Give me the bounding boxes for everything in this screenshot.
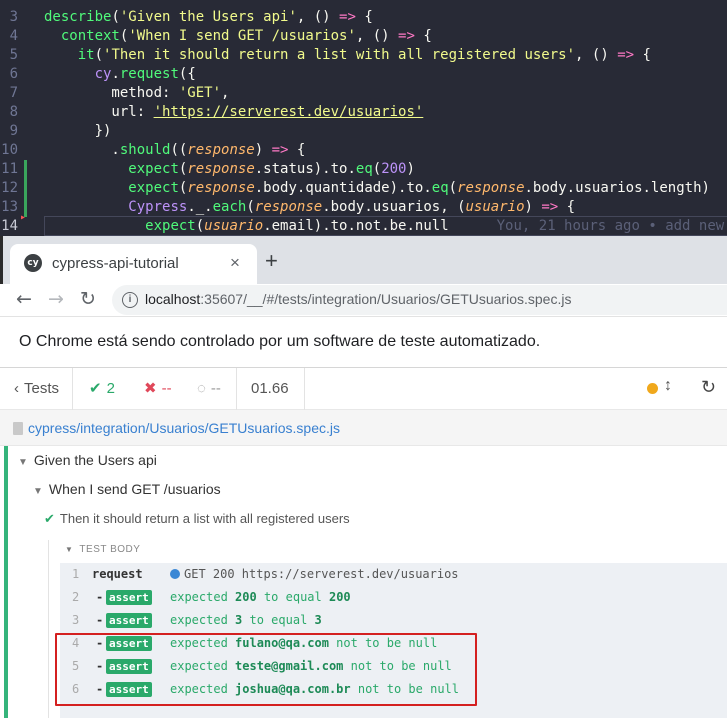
info-icon[interactable]: i xyxy=(122,292,138,308)
suite-given-users-api[interactable]: ▼ Given the Users api xyxy=(18,452,157,468)
tests-label: Tests xyxy=(24,380,60,397)
cypress-favicon-icon: cy xyxy=(24,254,42,272)
check-icon: ✔ xyxy=(89,380,102,397)
code-line[interactable]: 3 describe('Given the Users api', () => { xyxy=(0,8,727,27)
browser-tab[interactable]: cy cypress-api-tutorial × xyxy=(10,244,257,284)
caret-down-icon: ▼ xyxy=(33,486,43,497)
git-change-marker xyxy=(24,160,27,198)
line-number: 10 xyxy=(1,142,18,158)
x-icon: ✖ xyxy=(144,380,157,397)
current-line-highlight xyxy=(44,216,727,236)
code-text: method: 'GET', xyxy=(44,85,230,101)
line-number: 6 xyxy=(9,66,18,82)
code-text: expect(response.body.quantidade).to.eq(r… xyxy=(128,180,710,196)
automation-warning-text: O Chrome está sendo controlado por um so… xyxy=(19,333,541,350)
code-line[interactable]: 8 url: 'https://serverest.dev/usuarios' xyxy=(0,103,727,122)
new-tab-icon[interactable]: + xyxy=(265,250,278,272)
code-text: cy.request({ xyxy=(94,66,196,82)
line-number: 9 xyxy=(9,123,18,139)
assert-message: expected 200 to equal 200 xyxy=(170,590,351,604)
code-text: }) xyxy=(44,123,112,139)
line-number: 5 xyxy=(9,47,18,63)
code-line[interactable]: 4 context('When I send GET /usuarios', (… xyxy=(0,27,727,46)
reload-icon[interactable]: ↻ xyxy=(80,288,96,310)
tests-back-button[interactable]: ‹ Tests xyxy=(0,368,73,410)
passed-bar xyxy=(4,446,8,718)
url-text: localhost:35607/__/#/tests/integration/U… xyxy=(145,291,572,307)
red-highlight-box xyxy=(55,633,477,706)
assert-message: expected 3 to equal 3 xyxy=(170,613,322,627)
code-line[interactable]: 5 it('Then it should return a list with … xyxy=(0,46,727,65)
passed-count: ✔ 2 xyxy=(89,380,115,397)
line-number: 12 xyxy=(1,180,18,196)
rerun-icon[interactable]: ↻ xyxy=(701,377,716,398)
browser-nav-bar: ← → ↻ i localhost:35607/__/#/tests/integ… xyxy=(0,284,727,316)
forward-arrow-icon[interactable]: → xyxy=(48,288,64,310)
duration: 01.66 xyxy=(237,368,305,410)
command-row-request[interactable]: 1 request GET 200 https://serverest.dev/us… xyxy=(60,563,727,586)
line-number: 13 xyxy=(1,199,18,215)
chevron-left-icon: ‹ xyxy=(14,380,19,397)
automation-infobar: O Chrome está sendo controlado por um so… xyxy=(0,316,727,368)
line-number: 14 xyxy=(1,218,18,234)
request-message: GET 200 https://serverest.dev/usuarios xyxy=(170,563,459,586)
caret-down-icon: ▼ xyxy=(18,457,28,468)
code-line[interactable]: 7 method: 'GET', xyxy=(0,84,727,103)
code-text: describe('Given the Users api', () => { xyxy=(44,9,373,25)
code-text: context('When I send GET /usuarios', () … xyxy=(60,28,432,44)
line-number: 3 xyxy=(9,9,18,25)
spec-file-link[interactable]: cypress/integration/Usuarios/GETUsuarios… xyxy=(28,420,340,436)
line-number: 8 xyxy=(9,104,18,120)
code-editor[interactable]: 3 describe('Given the Users api', () => {… xyxy=(0,0,727,236)
test-then-return-list[interactable]: ✔ Then it should return a list with all r… xyxy=(44,511,350,527)
line-number: 4 xyxy=(9,28,18,44)
code-line[interactable]: 12 expect(response.body.quantidade).to.e… xyxy=(0,179,727,198)
code-text: .should((response) => { xyxy=(44,142,306,158)
back-arrow-icon[interactable]: ← xyxy=(16,288,32,310)
code-text: url: 'https://serverest.dev/usuarios' xyxy=(44,104,424,120)
code-line[interactable]: 9 }) xyxy=(0,122,727,141)
resize-arrows-icon[interactable]: ↕ xyxy=(664,377,672,395)
command-row-assert[interactable]: 2- assert expected 200 to equal 200 xyxy=(60,586,727,609)
assert-badge: assert xyxy=(106,590,152,605)
code-line[interactable]: 6 cy.request({ xyxy=(0,65,727,84)
suite-when-get-usuarios[interactable]: ▼ When I send GET /usuarios xyxy=(33,481,221,497)
cypress-stats-bar: ‹ Tests ✔ 2 ✖ -- ◌ -- 01.66 ↕ ↻ xyxy=(0,368,727,410)
code-line[interactable]: 11 expect(response.status).to.eq(200) xyxy=(0,160,727,179)
code-line[interactable]: 13 Cypress._.each(response.body.usuarios… xyxy=(0,198,727,217)
code-line[interactable]: 10 .should((response) => { xyxy=(0,141,727,160)
failed-count: ✖ -- xyxy=(144,380,172,397)
breakpoint-icon: ▸ xyxy=(20,212,27,223)
code-text: it('Then it should return a list with al… xyxy=(77,47,651,63)
running-indicator-icon xyxy=(647,383,658,394)
close-tab-icon[interactable]: × xyxy=(230,253,240,273)
check-icon: ✔ xyxy=(44,511,55,526)
test-body-label[interactable]: ▼ TEST BODY xyxy=(65,544,140,555)
spinner-icon: ◌ xyxy=(197,380,206,397)
address-bar[interactable]: i localhost:35607/__/#/tests/integration… xyxy=(112,285,727,315)
browser-tab-bar: cy cypress-api-tutorial × + xyxy=(0,236,727,284)
line-number: 11 xyxy=(1,161,18,177)
tab-title: cypress-api-tutorial xyxy=(52,255,179,272)
command-row-assert[interactable]: 3- assert expected 3 to equal 3 xyxy=(60,609,727,632)
pending-count: ◌ -- xyxy=(187,368,237,410)
code-text: Cypress._.each(response.body.usuarios, (… xyxy=(128,199,576,215)
line-number: 7 xyxy=(9,85,18,101)
file-icon xyxy=(13,422,23,435)
spec-header: cypress/integration/Usuarios/GETUsuarios… xyxy=(0,410,727,446)
assert-badge: assert xyxy=(106,613,152,628)
code-text: expect(response.status).to.eq(200) xyxy=(128,161,415,177)
request-dot-icon xyxy=(170,569,180,579)
